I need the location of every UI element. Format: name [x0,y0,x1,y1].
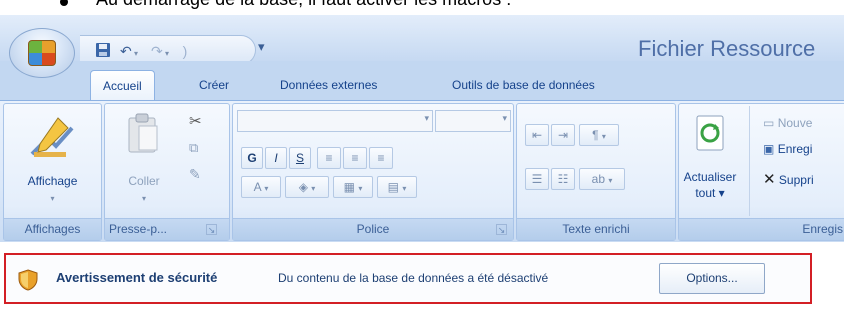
new-record-icon: ▭ [763,116,775,130]
design-view-icon [28,114,74,160]
document-bullet-line: Au démarrage de la base, il faut activer… [0,0,844,15]
font-size-combo[interactable]: ▾ [435,110,511,132]
dialog-launcher-icon[interactable]: ↘ [496,224,507,235]
supprimer-button[interactable]: ✕ Suppri [763,170,814,188]
options-button[interactable]: Options... [659,263,765,294]
qat-separator: ) [182,43,188,59]
chevron-down-icon[interactable]: ▾ [502,113,507,124]
group-police: ▾ ▾ G I S ≡ ≡ ≡ A ▾ ◈ ▾ ▦ ▾ ▤ ▾ Police ↘ [232,103,514,241]
alternate-fill-button[interactable]: ▤ ▾ [377,176,417,198]
font-name-combo[interactable]: ▾ [237,110,433,132]
group-label-police: Police [233,218,513,240]
security-warning-title: Avertissement de sécurité [56,270,218,285]
delete-icon: ✕ [763,171,776,188]
enregistrer-label: Enregi [777,142,813,156]
paragraph-direction-button[interactable]: ¶ ▾ [579,124,619,146]
group-presse-papiers: Coller ▾ ✂ ⧉ ✎ Presse-p... ↘ [104,103,230,241]
highlight-button[interactable]: ab ▾ [579,168,625,190]
bold-button[interactable]: G [241,147,263,169]
affichage-button[interactable]: Affichage [4,174,101,188]
tab-outils-base-de-donnees[interactable]: Outils de base de données [452,70,595,101]
fill-color-button[interactable]: ◈ ▾ [285,176,329,198]
separator [749,106,755,216]
tab-donnees-externes[interactable]: Données externes [280,70,377,101]
customize-qat-button[interactable]: ▾ [258,39,265,55]
nouveau-button[interactable]: ▭ Nouve [763,116,812,130]
font-color-label: A [253,180,261,194]
actualiser-tout-label[interactable]: tout ▾ [679,186,741,200]
group-affichages: Affichage ▾ Affichages [3,103,102,241]
group-texte-enrichi: ⇤ ⇥ ¶ ▾ ☰ ☷ ab ▾ Texte enrichi [516,103,676,241]
group-label-enregistrements: Enregis [679,218,844,240]
bullets-icon[interactable]: ☷ [551,168,575,190]
table-icon: ▤ [387,180,399,194]
nouveau-label: Nouve [777,116,813,130]
save-icon[interactable] [94,42,112,60]
dialog-launcher-icon[interactable]: ↘ [206,224,217,235]
cut-icon[interactable]: ✂ [189,112,202,130]
tab-accueil[interactable]: Accueil [90,70,155,101]
undo-icon[interactable]: ↶ ▾ [118,42,140,60]
align-right-icon[interactable]: ≡ [369,147,393,169]
save-record-icon: ▣ [763,142,775,156]
window-title: Fichier Ressource [638,36,816,61]
decrease-indent-icon[interactable]: ⇤ [525,124,549,146]
ribbon: Affichage ▾ Affichages Coller ▾ ✂ ⧉ ✎ Pr… [0,100,844,242]
font-color-button[interactable]: A ▾ [241,176,281,198]
align-left-icon[interactable]: ≡ [317,147,341,169]
refresh-all-icon [693,112,729,156]
supprimer-label: Suppri [778,173,814,187]
align-center-icon[interactable]: ≡ [343,147,367,169]
grid-icon: ▦ [343,180,355,194]
redo-icon[interactable]: ↷ ▾ [148,42,172,60]
numbering-icon[interactable]: ☰ [525,168,549,190]
tab-creer[interactable]: Créer [199,70,229,101]
italic-button[interactable]: I [265,147,287,169]
format-painter-icon[interactable]: ✎ [189,166,201,183]
office-logo-icon [28,40,56,66]
actualiser-label[interactable]: Actualiser [679,170,741,184]
chevron-down-icon[interactable]: ▾ [424,113,429,124]
underline-button[interactable]: S [289,147,311,169]
chevron-down-icon[interactable]: ▾ [4,192,101,206]
title-bar: ↶ ▾ ↷ ▾ ) ▾ Fichier Ressource [0,15,844,65]
shield-icon [18,269,38,291]
increase-indent-icon[interactable]: ⇥ [551,124,575,146]
bullet-icon [60,0,68,6]
security-warning-bar: Avertissement de sécurité Du contenu de … [4,253,812,304]
group-label-affichages: Affichages [4,218,101,240]
group-enregistrements: Actualiser tout ▾ ▭ Nouve ▣ Enregi ✕ Sup… [678,103,844,241]
chevron-down-icon: ▾ [141,194,146,203]
office-button[interactable] [9,28,75,78]
paint-bucket-icon: ◈ [298,180,308,194]
group-label-texte-enrichi: Texte enrichi [517,218,675,240]
copy-icon[interactable]: ⧉ [189,140,198,156]
bullet-text: Au démarrage de la base, il faut activer… [96,0,511,10]
gridlines-button[interactable]: ▦ ▾ [333,176,373,198]
security-warning-message: Du contenu de la base de données a été d… [278,271,549,285]
enregistrer-button[interactable]: ▣ Enregi [763,142,812,156]
ribbon-tab-row: Accueil Créer Données externes Outils de… [0,61,844,101]
paste-icon [125,112,161,158]
coller-button[interactable]: Coller [115,174,173,188]
